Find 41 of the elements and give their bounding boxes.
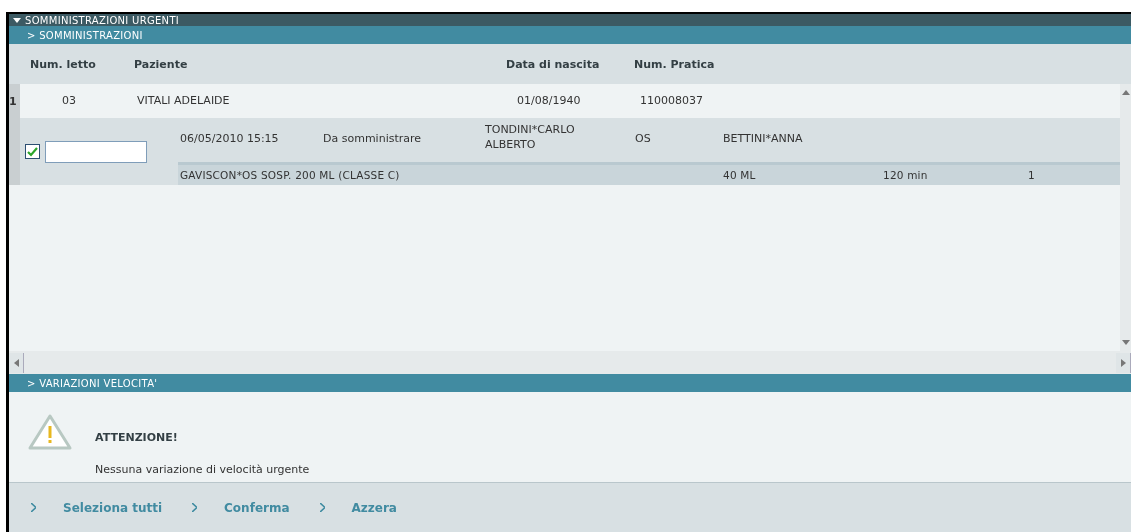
vertical-scrollbar[interactable] [1120, 84, 1131, 351]
warning-title: ATTENZIONE! [95, 430, 179, 444]
chevron-icon [192, 503, 198, 512]
column-header[interactable]: Num. letto [30, 57, 96, 71]
warning-message: Nessuna variazione di velocità urgente [95, 462, 310, 476]
birth-date: 01/08/1940 [517, 94, 581, 107]
case-number: 110008037 [640, 94, 703, 107]
status: Da somministrare [323, 132, 422, 145]
drug-name: GAVISCON*OS SOSP. 200 ML (CLASSE C) [180, 169, 400, 181]
column-header[interactable]: Paziente [134, 57, 188, 71]
dose: 40 ML [723, 169, 756, 181]
patient-name: VITALI ADELAIDE [137, 94, 230, 107]
scroll-up-icon[interactable] [1121, 90, 1130, 95]
quantity: 1 [1028, 169, 1035, 181]
duration: 120 min [883, 169, 928, 181]
scroll-right-button[interactable] [1116, 352, 1131, 373]
chevron-icon [319, 503, 325, 512]
route: OS [635, 132, 651, 145]
scroll-left-button[interactable] [9, 352, 24, 373]
section-title: > SOMMINISTRAZIONI [27, 29, 143, 41]
row-number: 1 [9, 84, 20, 118]
bed-number: 03 [62, 94, 76, 107]
section-header[interactable]: > SOMMINISTRAZIONI [9, 26, 1131, 44]
column-header[interactable]: Data di nascita [506, 57, 600, 71]
right-arrow-icon [1120, 358, 1126, 367]
section-header[interactable]: > VARIAZIONI VELOCITA' [9, 374, 1131, 392]
panel-title: SOMMINISTRAZIONI URGENTI [25, 14, 180, 26]
horizontal-scrollbar[interactable] [9, 351, 1131, 374]
row-marker [9, 118, 20, 185]
column-header[interactable]: Num. Pratica [634, 57, 715, 71]
left-arrow-icon [13, 358, 19, 367]
section-title: > VARIAZIONI VELOCITA' [27, 377, 158, 389]
input-field[interactable] [45, 140, 147, 163]
prescriber: TONDINI*CARLO ALBERTO [485, 122, 576, 152]
chevron-icon [31, 503, 36, 512]
nurse: BETTINI*ANNA [723, 132, 803, 145]
datetime: 06/05/2010 15:15 [180, 132, 279, 145]
panel-header[interactable]: SOMMINISTRAZIONI URGENTI [9, 14, 1131, 26]
checkbox[interactable] [25, 144, 40, 159]
warning-icon [27, 413, 73, 451]
scroll-down-icon[interactable] [1121, 340, 1130, 345]
